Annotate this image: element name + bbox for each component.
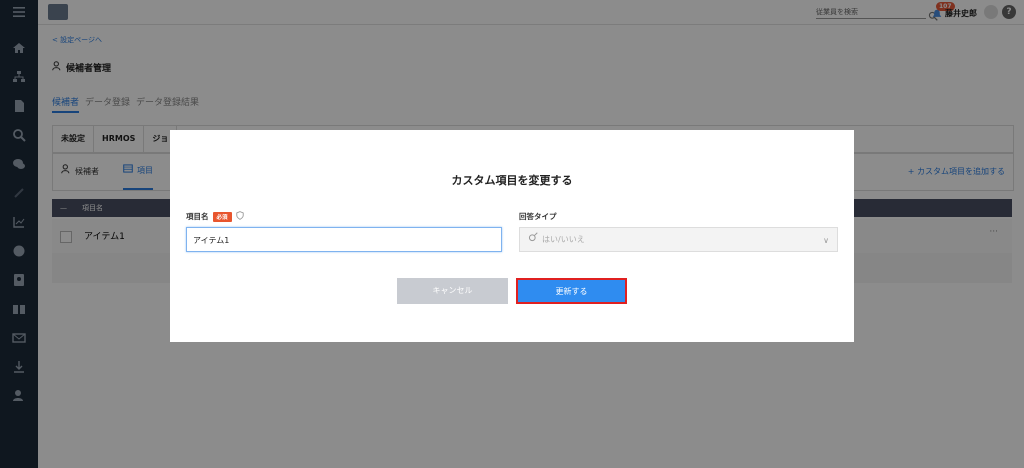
cancel-button[interactable]: キャンセル [397, 278, 508, 304]
item-name-label: 項目名 必須 [186, 211, 244, 222]
answer-type-label: 回答タイプ [519, 211, 557, 222]
shield-icon [235, 211, 244, 222]
item-name-label-text: 項目名 [186, 212, 209, 221]
answer-type-label-text: 回答タイプ [519, 212, 557, 221]
answer-type-select[interactable]: はい/いいえ ∨ [519, 227, 838, 252]
chevron-down-icon: ∨ [823, 236, 829, 245]
required-badge: 必須 [212, 211, 232, 222]
yes-no-icon [528, 227, 538, 252]
edit-custom-item-dialog: カスタム項目を変更する 項目名 必須 アイテム1 回答タイプ はい/いいえ ∨ … [170, 130, 854, 342]
update-button[interactable]: 更新する [516, 278, 627, 304]
dialog-title: カスタム項目を変更する [451, 174, 573, 187]
answer-type-value: はい/いいえ [542, 235, 585, 244]
item-name-input[interactable]: アイテム1 [186, 227, 502, 252]
